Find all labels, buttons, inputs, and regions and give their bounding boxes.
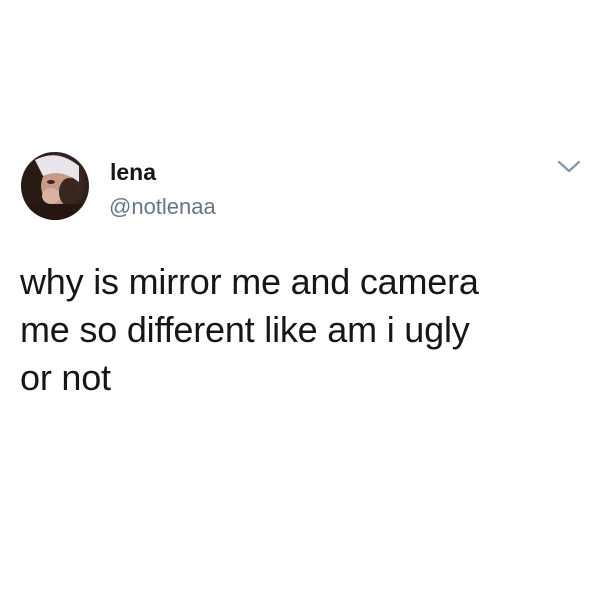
avatar[interactable] — [21, 152, 89, 220]
tweet-text: why is mirror me and camera me so differ… — [20, 258, 590, 402]
display-name[interactable]: lena — [110, 158, 156, 186]
chevron-down-icon[interactable] — [555, 157, 583, 177]
user-handle[interactable]: @notlenaa — [109, 194, 216, 220]
tweet-text-line: or not — [20, 357, 111, 398]
tweet-text-line: why is mirror me and camera — [20, 261, 479, 302]
tweet-card: lena @notlenaa why is mirror me and came… — [0, 0, 600, 595]
profile-photo-icon — [21, 152, 89, 220]
tweet-text-line: me so different like am i ugly — [20, 309, 470, 350]
